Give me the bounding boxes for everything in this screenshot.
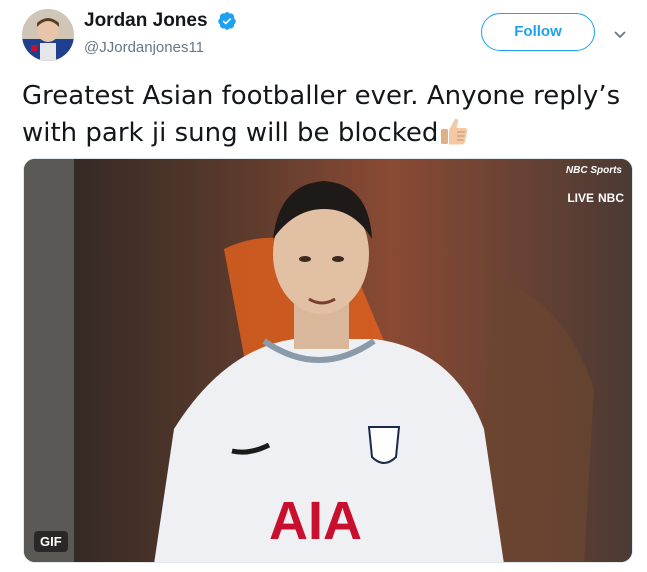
live-indicator: LIVE NBC [567,191,624,205]
gif-frame-image: AIA [24,159,632,562]
tweet-header: Jordan Jones @JJordanjones11 Follow [0,0,647,62]
broadcast-logo: NBC Sports [565,165,622,176]
tweet-text: Greatest Asian footballer ever. Anyone r… [22,78,642,152]
chevron-down-icon[interactable] [612,26,628,42]
jersey-sponsor-text: AIA [269,491,362,551]
tweet-text-content: Greatest Asian footballer ever. Anyone r… [22,81,621,148]
display-name[interactable]: Jordan Jones [84,10,208,32]
live-label: LIVE [567,191,594,205]
author-handle[interactable]: @JJordanjones11 [84,39,204,56]
author-name-wrap: Jordan Jones [84,10,237,32]
gif-media[interactable]: AIA NBC Sports LIVE NBC GIF [23,158,633,563]
gif-badge: GIF [34,531,68,552]
follow-button[interactable]: Follow [481,13,595,51]
avatar[interactable] [22,9,74,61]
network-label: NBC [598,191,624,205]
verified-badge-icon [217,11,237,31]
thumbs-up-icon [438,115,470,147]
